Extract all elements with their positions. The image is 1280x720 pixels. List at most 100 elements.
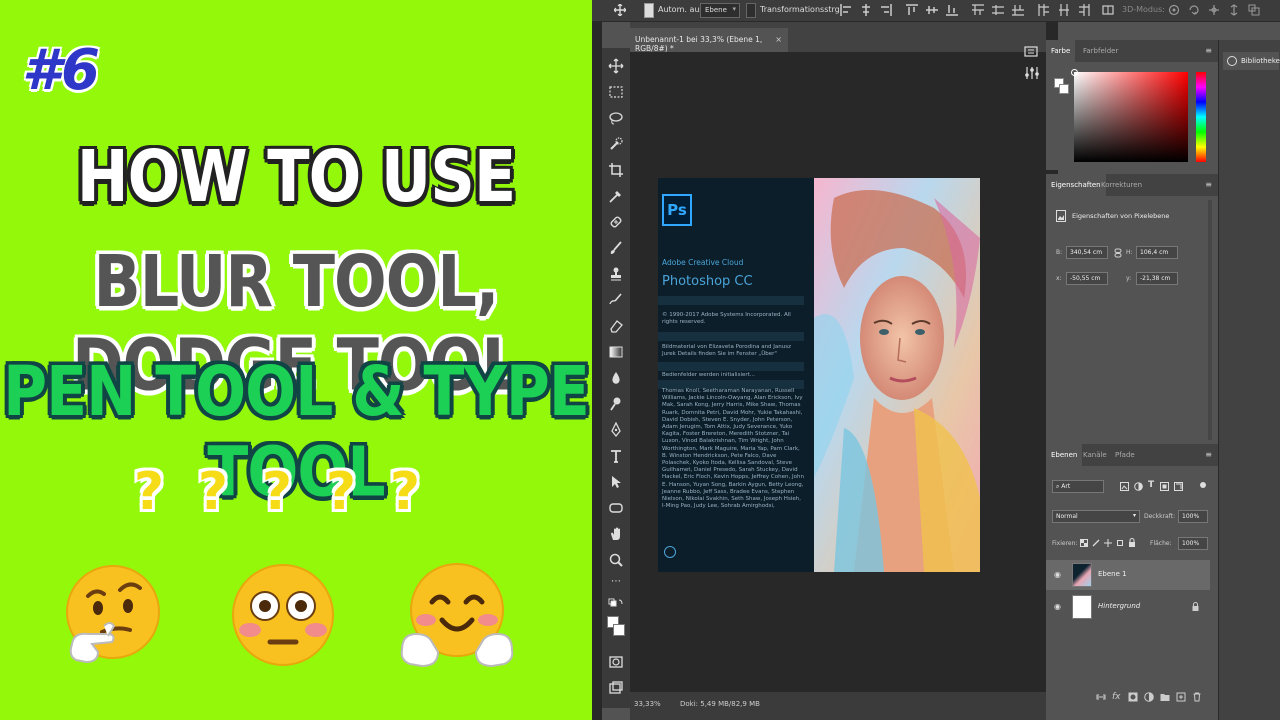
align-bottom-icon[interactable] — [946, 4, 958, 16]
lock-transparent-icon[interactable] — [1080, 539, 1088, 547]
distribute-right-icon[interactable] — [1078, 4, 1090, 16]
filter-type-icon[interactable]: T — [1148, 480, 1154, 490]
x-label: x: — [1056, 275, 1062, 282]
new-layer-icon[interactable] — [1176, 692, 1186, 702]
quick-selection-tool-icon[interactable] — [608, 136, 624, 152]
zoom-level[interactable]: 33,33% — [634, 700, 661, 708]
auto-select-checkbox[interactable] — [644, 3, 654, 18]
filter-shape-icon[interactable] — [1160, 482, 1169, 491]
marquee-tool-icon[interactable] — [608, 84, 624, 100]
libraries-button[interactable]: Bibliotheken — [1223, 52, 1280, 70]
height-field[interactable]: 106,4 cm — [1136, 246, 1178, 259]
filter-adjustment-icon[interactable] — [1134, 482, 1143, 491]
filter-smart-object-icon[interactable] — [1174, 482, 1183, 491]
healing-brush-tool-icon[interactable] — [608, 214, 624, 230]
opacity-field[interactable]: 100% — [1178, 510, 1208, 523]
link-layers-icon[interactable] — [1096, 692, 1106, 702]
auto-align-icon[interactable] — [1102, 4, 1114, 16]
y-field[interactable]: -21,38 cm — [1136, 272, 1178, 285]
align-center-icon[interactable] — [860, 4, 872, 16]
pen-tool-icon[interactable] — [608, 422, 624, 438]
screen-mode-icon[interactable] — [608, 680, 624, 696]
blend-mode-dropdown[interactable]: Normal ▾ — [1052, 510, 1140, 523]
3d-roll-icon[interactable] — [1188, 4, 1200, 16]
tab-color[interactable]: Farbe — [1046, 40, 1076, 62]
dodge-tool-icon[interactable] — [608, 396, 624, 412]
clone-stamp-tool-icon[interactable] — [608, 266, 624, 282]
distribute-left-icon[interactable] — [1038, 4, 1050, 16]
align-left-icon[interactable] — [840, 4, 852, 16]
x-field[interactable]: -50,55 cm — [1066, 272, 1108, 285]
lasso-tool-icon[interactable] — [608, 110, 624, 126]
gradient-tool-icon[interactable] — [608, 344, 624, 360]
path-selection-tool-icon[interactable] — [608, 474, 624, 490]
hue-slider[interactable] — [1196, 72, 1206, 162]
tab-adjustments[interactable]: Korrekturen — [1096, 174, 1147, 196]
move-tool-icon[interactable] — [608, 58, 624, 74]
3d-pan-icon[interactable] — [1208, 4, 1220, 16]
zoom-tool-icon[interactable] — [608, 552, 624, 568]
distribute-top-icon[interactable] — [972, 4, 984, 16]
scrollbar[interactable] — [1208, 200, 1212, 440]
layer-row-ebene-1[interactable]: ◉ Ebene 1 — [1046, 560, 1210, 590]
color-picker-handle[interactable] — [1071, 69, 1078, 76]
distribute-middle-icon[interactable] — [992, 4, 1004, 16]
close-icon[interactable]: × — [775, 35, 782, 44]
move-icon[interactable] — [614, 4, 626, 16]
default-colors-icon[interactable] — [608, 598, 624, 614]
history-brush-tool-icon[interactable] — [608, 292, 624, 308]
align-middle-icon[interactable] — [926, 4, 938, 16]
align-top-icon[interactable] — [906, 4, 918, 16]
align-right-icon[interactable] — [880, 4, 892, 16]
shape-tool-icon[interactable] — [608, 500, 624, 516]
panel-menu-icon[interactable]: ≡ — [1205, 180, 1212, 189]
history-panel-icon[interactable] — [1024, 46, 1040, 58]
layer-row-hintergrund[interactable]: ◉ Hintergrund — [1046, 592, 1210, 622]
panel-menu-icon[interactable]: ≡ — [1205, 46, 1212, 55]
hand-tool-icon[interactable] — [608, 526, 624, 542]
filter-pixel-icon[interactable] — [1120, 482, 1129, 491]
3d-orbit-icon[interactable] — [1168, 4, 1180, 16]
distribute-bottom-icon[interactable] — [1012, 4, 1024, 16]
lock-pixels-icon[interactable] — [1092, 539, 1100, 547]
lock-all-icon[interactable] — [1128, 538, 1136, 547]
tab-paths[interactable]: Pfade — [1110, 444, 1140, 466]
document-tab[interactable]: Unbenannt-1 bei 33,3% (Ebene 1, RGB/8#) … — [630, 28, 788, 53]
more-tools-icon[interactable]: ⋯ — [611, 576, 621, 587]
tab-channels[interactable]: Kanäle — [1078, 444, 1112, 466]
add-mask-icon[interactable] — [1128, 692, 1138, 702]
transform-checkbox[interactable] — [746, 3, 756, 18]
layer-filter-dropdown[interactable]: ⌕ Art — [1052, 480, 1104, 493]
filter-toggle-icon[interactable] — [1200, 482, 1206, 488]
distribute-center-icon[interactable] — [1058, 4, 1070, 16]
crop-tool-icon[interactable] — [608, 162, 624, 178]
tab-swatches[interactable]: Farbfelder — [1078, 40, 1123, 62]
background-color-swatch[interactable] — [613, 624, 625, 636]
lock-position-icon[interactable] — [1104, 539, 1112, 547]
eye-icon[interactable]: ◉ — [1054, 570, 1061, 579]
fx-icon[interactable]: fx — [1112, 692, 1122, 702]
chevron-right-icon[interactable]: › — [750, 700, 753, 708]
fill-field[interactable]: 100% — [1178, 537, 1208, 550]
lock-artboard-icon[interactable] — [1116, 539, 1124, 547]
type-tool-icon[interactable] — [608, 448, 624, 464]
width-field[interactable]: 340,54 cm — [1066, 246, 1108, 259]
link-icon[interactable] — [1114, 248, 1122, 258]
adjustment-panel-icon[interactable] — [1024, 66, 1040, 80]
trash-icon[interactable] — [1192, 692, 1202, 702]
auto-select-dropdown[interactable]: Ebene ▾ — [700, 3, 740, 18]
tab-layers[interactable]: Ebenen — [1046, 444, 1083, 466]
blur-tool-icon[interactable] — [608, 370, 624, 386]
eye-icon[interactable]: ◉ — [1054, 602, 1061, 611]
adjustment-layer-icon[interactable] — [1144, 692, 1154, 702]
brush-tool-icon[interactable] — [608, 240, 624, 256]
color-picker-field[interactable] — [1071, 69, 1188, 162]
group-folder-icon[interactable] — [1160, 692, 1170, 702]
eraser-tool-icon[interactable] — [608, 318, 624, 334]
background-color-chip[interactable] — [1059, 84, 1069, 94]
3d-scale-icon[interactable] — [1248, 4, 1260, 16]
panel-menu-icon[interactable]: ≡ — [1205, 450, 1212, 459]
quick-mask-icon[interactable] — [608, 654, 624, 670]
3d-slide-icon[interactable] — [1228, 4, 1240, 16]
eyedropper-tool-icon[interactable] — [608, 188, 624, 204]
